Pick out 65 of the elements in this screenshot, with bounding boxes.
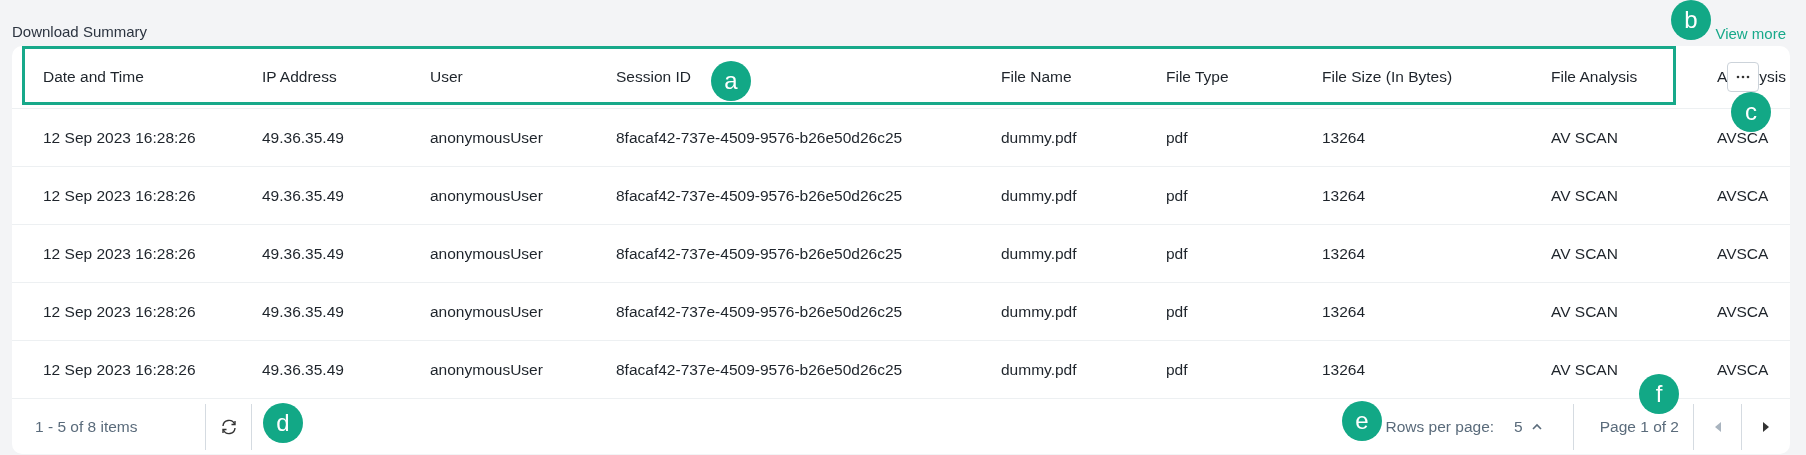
table-cell: AV SCAN xyxy=(1551,128,1618,147)
table-cell: AVSCA xyxy=(1717,244,1769,263)
ellipsis-icon xyxy=(1736,75,1751,79)
table-cell: 12 Sep 2023 16:28:26 xyxy=(43,186,196,205)
table-cell: dummy.pdf xyxy=(1001,244,1077,263)
table-cell: pdf xyxy=(1166,186,1188,205)
table-cell: AVSCA xyxy=(1717,186,1769,205)
triangle-right-icon xyxy=(1762,420,1770,433)
table-cell: 8facaf42-737e-4509-9576-b26e50d26c25 xyxy=(616,186,903,205)
rows-per-page-dropdown[interactable]: 5 xyxy=(1512,417,1545,436)
column-header[interactable]: File Type xyxy=(1166,68,1229,86)
table-cell: 49.36.35.49 xyxy=(262,128,344,147)
section-title: Download Summary xyxy=(12,23,148,40)
table-cell: 13264 xyxy=(1322,360,1366,379)
table-cell: anonymousUser xyxy=(430,360,543,379)
table-cell: 13264 xyxy=(1322,244,1366,263)
table-cell: AVSCA xyxy=(1717,302,1769,321)
column-header[interactable]: ysis xyxy=(1759,68,1787,86)
table-cell: 12 Sep 2023 16:28:26 xyxy=(43,244,196,263)
table-cell: 49.36.35.49 xyxy=(262,360,344,379)
table-cell: AVSCA xyxy=(1717,360,1769,379)
table-cell: 8facaf42-737e-4509-9576-b26e50d26c25 xyxy=(616,302,903,321)
item-count: 1 - 5 of 8 items xyxy=(12,403,206,450)
table-cell: 8facaf42-737e-4509-9576-b26e50d26c25 xyxy=(616,360,903,379)
table-cell: dummy.pdf xyxy=(1001,128,1077,147)
table-cell: 12 Sep 2023 16:28:26 xyxy=(43,302,196,321)
table-cell: 49.36.35.49 xyxy=(262,186,344,205)
callout-marker: b xyxy=(1671,0,1711,40)
table-cell: 13264 xyxy=(1322,302,1366,321)
caret-up-icon xyxy=(1530,422,1543,431)
table-cell: 8facaf42-737e-4509-9576-b26e50d26c25 xyxy=(616,244,903,263)
column-header[interactable]: User xyxy=(430,68,463,86)
table-cell: dummy.pdf xyxy=(1001,186,1077,205)
refresh-icon xyxy=(219,417,238,436)
column-header[interactable]: Session ID xyxy=(616,68,691,86)
table-cell: anonymousUser xyxy=(430,186,543,205)
column-header[interactable]: Date and Time xyxy=(43,68,144,86)
table-cell: AV SCAN xyxy=(1551,186,1618,205)
column-header[interactable]: File Analysis xyxy=(1551,68,1638,86)
table-cell: 12 Sep 2023 16:28:26 xyxy=(43,360,196,379)
table-cell: dummy.pdf xyxy=(1001,360,1077,379)
more-options-button[interactable] xyxy=(1727,62,1760,92)
table-cell: dummy.pdf xyxy=(1001,302,1077,321)
table-cell: 13264 xyxy=(1322,128,1366,147)
column-header[interactable]: IP Address xyxy=(262,68,337,86)
table-cell: AV SCAN xyxy=(1551,244,1618,263)
column-header[interactable]: A xyxy=(1717,68,1728,86)
triangle-left-icon xyxy=(1713,420,1722,433)
table-cell: AV SCAN xyxy=(1551,302,1618,321)
table-cell: 49.36.35.49 xyxy=(262,302,344,321)
table-cell: anonymousUser xyxy=(430,244,543,263)
table-cell: anonymousUser xyxy=(430,302,543,321)
table-cell: 13264 xyxy=(1322,186,1366,205)
table-cell: pdf xyxy=(1166,128,1188,147)
table-cell: 49.36.35.49 xyxy=(262,244,344,263)
rows-per-page-label: Rows per page: xyxy=(1385,417,1495,436)
column-header[interactable]: File Name xyxy=(1001,68,1072,86)
table-cell: pdf xyxy=(1166,360,1188,379)
table-cell: 12 Sep 2023 16:28:26 xyxy=(43,128,196,147)
column-header[interactable]: File Size (In Bytes) xyxy=(1322,68,1453,86)
table-cell: 8facaf42-737e-4509-9576-b26e50d26c25 xyxy=(616,128,903,147)
table-cell: pdf xyxy=(1166,302,1188,321)
table-cell: AV SCAN xyxy=(1551,360,1618,379)
table-cell: anonymousUser xyxy=(430,128,543,147)
table-cell: pdf xyxy=(1166,244,1188,263)
